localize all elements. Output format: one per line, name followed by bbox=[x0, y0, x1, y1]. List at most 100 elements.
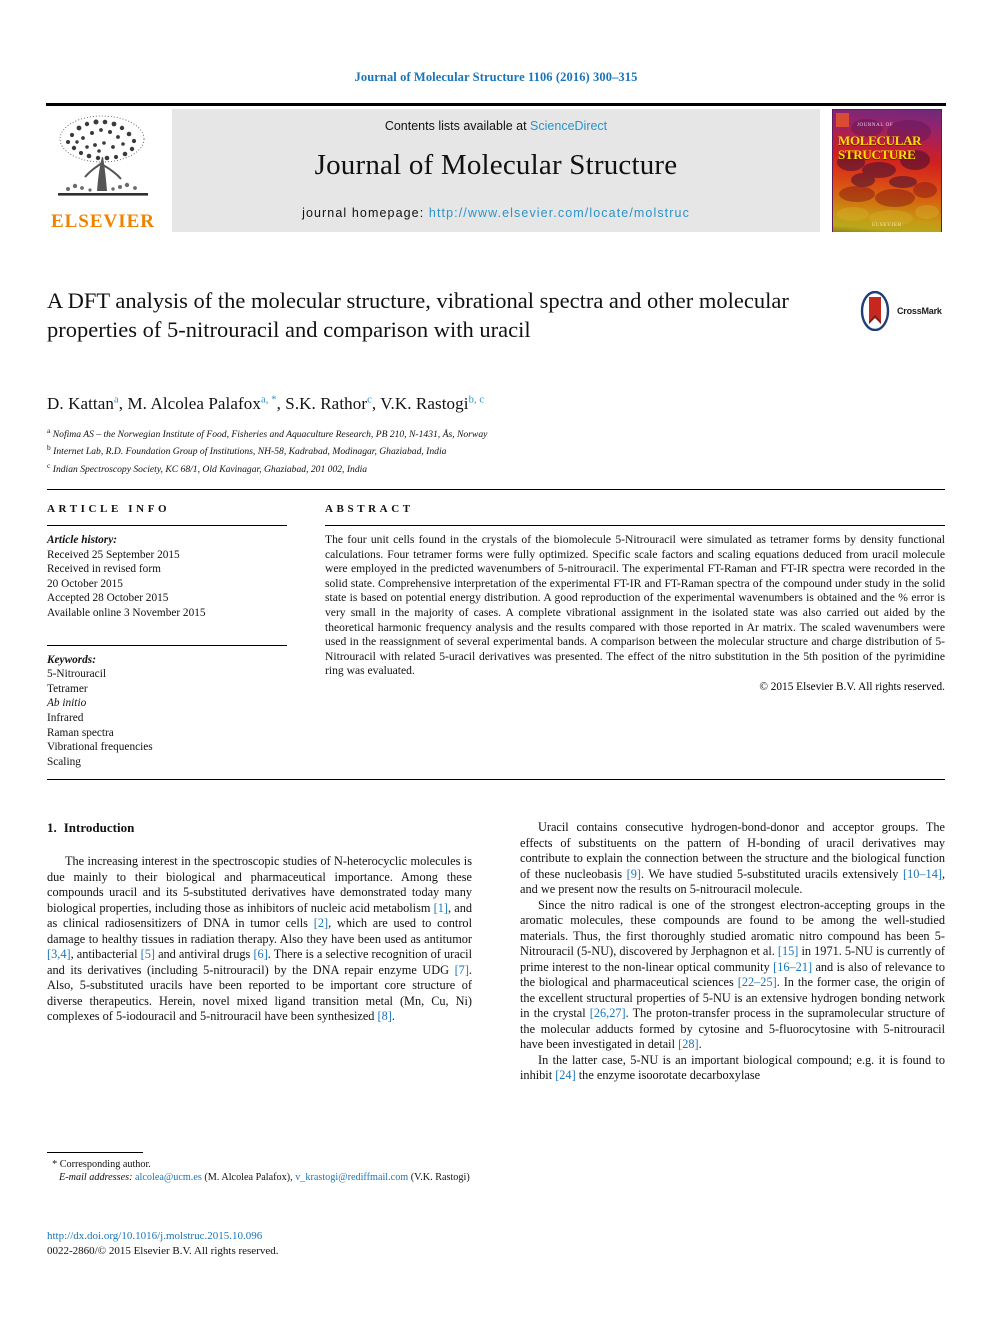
history-item: Received 25 September 2015 bbox=[47, 548, 180, 561]
section-heading-introduction: 1. Introduction bbox=[47, 820, 472, 836]
keyword-item: Ab initio bbox=[47, 697, 87, 710]
history-item: Received in revised form bbox=[47, 563, 161, 576]
cover-publisher-label: ELSEVIER bbox=[871, 223, 902, 228]
footnote-block: * Corresponding author. E-mail addresses… bbox=[47, 1158, 472, 1185]
citation-link[interactable]: [6] bbox=[253, 947, 267, 961]
paragraph: Since the nitro radical is one of the st… bbox=[520, 897, 945, 1052]
citation-link[interactable]: [8] bbox=[378, 1009, 392, 1023]
article-info-heading: ARTICLE INFO bbox=[47, 503, 171, 515]
citation-link[interactable]: [26,27] bbox=[590, 1006, 626, 1020]
affiliation-list: a Nofima AS – the Norwegian Institute of… bbox=[47, 424, 867, 476]
cover-title: MOLECULAR STRUCTURE bbox=[838, 134, 936, 161]
elsevier-wordmark: ELSEVIER bbox=[50, 211, 156, 232]
info-band-top-rule bbox=[47, 489, 945, 490]
journal-title: Journal of Molecular Structure bbox=[314, 149, 678, 181]
keyword-item: Raman spectra bbox=[47, 726, 114, 739]
doi-link[interactable]: http://dx.doi.org/10.1016/j.molstruc.201… bbox=[47, 1229, 547, 1244]
section-title: Introduction bbox=[63, 820, 135, 835]
author-name: S.K. Rathor bbox=[285, 394, 368, 413]
keywords-block: Keywords: 5-Nitrouracil Tetramer Ab init… bbox=[47, 653, 287, 770]
email-link[interactable]: alcolea@ucm.es bbox=[135, 1172, 202, 1183]
affiliation-item: b Internet Lab, R.D. Foundation Group of… bbox=[47, 441, 867, 458]
history-item: Available online 3 November 2015 bbox=[47, 606, 206, 619]
corresponding-author-note: * Corresponding author. bbox=[47, 1158, 472, 1171]
author-list: D. Kattana, M. Alcolea Palafoxa, *, S.K.… bbox=[47, 394, 485, 413]
citation-link[interactable]: [24] bbox=[555, 1068, 576, 1082]
article-history-label: Article history: bbox=[47, 534, 117, 546]
cover-abstract-pattern bbox=[833, 110, 941, 232]
citation-link[interactable]: [1] bbox=[434, 901, 448, 915]
keyword-item: Vibrational frequencies bbox=[47, 741, 153, 754]
paragraph: In the latter case, 5-NU is an important… bbox=[520, 1052, 945, 1083]
abstract-divider bbox=[325, 525, 945, 526]
keywords-divider bbox=[47, 644, 287, 646]
crossmark-icon bbox=[855, 290, 895, 332]
citation-link[interactable]: [7] bbox=[455, 963, 469, 977]
history-item: 20 October 2015 bbox=[47, 577, 123, 590]
article-page: Journal of Molecular Structure 1106 (201… bbox=[0, 0, 992, 1323]
elsevier-tree-icon bbox=[52, 113, 154, 205]
body-column-left: 1. Introduction The increasing interest i… bbox=[47, 820, 472, 1025]
author-name: D. Kattan bbox=[47, 394, 114, 413]
doi-block: http://dx.doi.org/10.1016/j.molstruc.201… bbox=[47, 1229, 547, 1259]
abstract-copyright: © 2015 Elsevier B.V. All rights reserved… bbox=[759, 680, 945, 693]
keyword-item: Infrared bbox=[47, 711, 84, 724]
page-title: A DFT analysis of the molecular structur… bbox=[47, 288, 789, 342]
email-note: E-mail addresses: alcolea@ucm.es (M. Alc… bbox=[59, 1172, 470, 1184]
masthead-center-panel: Contents lists available at ScienceDirec… bbox=[172, 109, 820, 232]
journal-homepage-line: journal homepage: http://www.elsevier.co… bbox=[172, 206, 820, 220]
cover-artwork: JOURNAL OF MOLECULAR STRUCTURE ELSEVIER bbox=[832, 109, 942, 232]
contents-prefix: Contents lists available at bbox=[384, 119, 531, 133]
issn-copyright-line: 0022-2860/© 2015 Elsevier B.V. All right… bbox=[47, 1245, 279, 1257]
journal-cover-thumbnail: JOURNAL OF MOLECULAR STRUCTURE ELSEVIER bbox=[826, 109, 946, 232]
citation-link[interactable]: [28] bbox=[678, 1037, 699, 1051]
contents-available-line: Contents lists available at ScienceDirec… bbox=[172, 119, 820, 133]
cover-journal-of-label: JOURNAL OF bbox=[857, 123, 894, 128]
article-history-block: Article history: Received 25 September 2… bbox=[47, 533, 287, 621]
cover-title-line2: STRUCTURE bbox=[838, 146, 916, 162]
elsevier-logo: ELSEVIER bbox=[46, 109, 160, 232]
affiliation-text: Nofima AS – the Norwegian Institute of F… bbox=[52, 429, 488, 441]
journal-masthead: ELSEVIER Contents lists available at Sci… bbox=[46, 103, 946, 232]
cover-publisher-mark bbox=[836, 113, 849, 127]
history-item: Accepted 28 October 2015 bbox=[47, 592, 169, 605]
citation-link[interactable]: [15] bbox=[778, 944, 799, 958]
affiliation-item: c Indian Spectroscopy Society, KC 68/1, … bbox=[47, 459, 867, 476]
running-head: Journal of Molecular Structure 1106 (201… bbox=[354, 70, 638, 84]
author-name: V.K. Rastogi bbox=[380, 394, 469, 413]
abstract-heading: ABSTRACT bbox=[325, 503, 414, 515]
citation-link[interactable]: [5] bbox=[141, 947, 155, 961]
body-column-right: Uracil contains consecutive hydrogen-bon… bbox=[520, 820, 945, 1084]
affiliation-mark: b bbox=[47, 443, 51, 453]
keywords-label: Keywords: bbox=[47, 653, 96, 666]
citation-link[interactable]: [9] bbox=[627, 867, 641, 881]
email-owner: (V.K. Rastogi) bbox=[410, 1172, 470, 1184]
corresponding-marker: * bbox=[52, 1159, 58, 1170]
email-label: E-mail addresses: bbox=[59, 1172, 133, 1184]
affiliation-item: a Nofima AS – the Norwegian Institute of… bbox=[47, 424, 867, 441]
affiliation-mark: c bbox=[47, 460, 51, 470]
sciencedirect-link[interactable]: ScienceDirect bbox=[530, 119, 607, 133]
homepage-url-link[interactable]: http://www.elsevier.com/locate/molstruc bbox=[429, 206, 690, 220]
crossmark-badge[interactable]: CrossMark bbox=[855, 290, 942, 333]
author-affiliation-mark: a, * bbox=[261, 394, 277, 406]
email-link[interactable]: v_krastogi@rediffmail.com bbox=[295, 1172, 408, 1183]
info-band-bottom-rule bbox=[47, 779, 945, 780]
homepage-prefix: journal homepage: bbox=[302, 206, 429, 220]
citation-link[interactable]: [2] bbox=[314, 916, 328, 930]
citation-link[interactable]: [16–21] bbox=[773, 960, 812, 974]
affiliation-mark: a bbox=[47, 426, 51, 435]
citation-link[interactable]: [10–14] bbox=[903, 867, 942, 881]
abstract-text: The four unit cells found in the crystal… bbox=[325, 533, 945, 678]
author-name: M. Alcolea Palafox bbox=[127, 394, 261, 413]
citation-link[interactable]: [22–25] bbox=[738, 975, 777, 989]
section-number: 1. bbox=[47, 820, 57, 835]
crossmark-label: CrossMark bbox=[897, 306, 942, 316]
keyword-item: Scaling bbox=[47, 755, 81, 768]
affiliation-text: Internet Lab, R.D. Foundation Group of I… bbox=[53, 446, 447, 458]
author-affiliation-mark: a bbox=[114, 394, 119, 406]
keyword-item: Tetramer bbox=[47, 682, 88, 695]
citation-link[interactable]: [3,4] bbox=[47, 947, 71, 961]
affiliation-text: Indian Spectroscopy Society, KC 68/1, Ol… bbox=[52, 463, 368, 475]
